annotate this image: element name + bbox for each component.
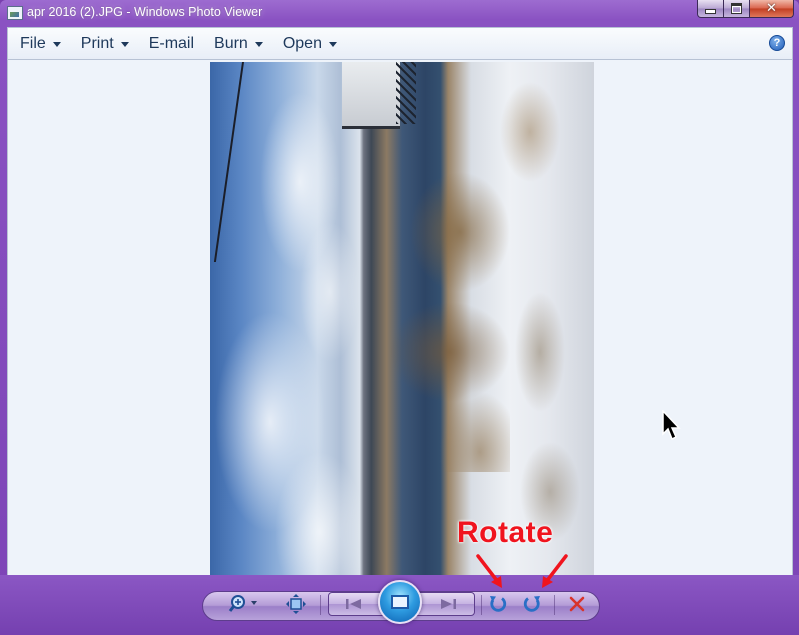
menu-burn[interactable]: Burn [202, 28, 271, 59]
delete-icon [569, 596, 585, 612]
toolbar-separator [481, 595, 482, 615]
arrow-right-icon [544, 554, 568, 584]
arrow-left-icon [476, 554, 500, 584]
previous-button[interactable] [334, 590, 374, 618]
caption-buttons: ✕ [697, 0, 794, 20]
minimize-icon [705, 9, 716, 14]
chevron-down-icon [120, 42, 129, 47]
previous-icon [346, 599, 361, 609]
menu-open-label: Open [282, 34, 322, 52]
menu-print[interactable]: Print [69, 28, 137, 59]
next-button[interactable] [428, 590, 468, 618]
menu-bar: File Print E-mail Burn Open ? [7, 27, 793, 60]
window-title: apr 2016 (2).JPG - Windows Photo Viewer [27, 5, 263, 19]
toolbar-separator [554, 595, 555, 615]
photo-viewer-window: apr 2016 (2).JPG - Windows Photo Viewer … [0, 0, 799, 635]
rotate-clockwise-icon [523, 596, 540, 612]
menu-email[interactable]: E-mail [137, 28, 202, 59]
chevron-down-icon [52, 42, 61, 47]
close-icon: ✕ [766, 1, 777, 16]
menu-burn-label: Burn [214, 34, 248, 52]
close-button[interactable]: ✕ [750, 0, 794, 18]
displayed-photo [210, 62, 594, 575]
rotate-counterclockwise-icon [490, 596, 507, 612]
slideshow-button[interactable] [378, 580, 422, 624]
slideshow-icon [391, 595, 409, 609]
zoom-button[interactable] [226, 589, 260, 619]
chevron-down-icon [328, 42, 337, 47]
menu-file[interactable]: File [8, 28, 69, 59]
menu-open[interactable]: Open [271, 28, 345, 59]
annotation-arrows [476, 554, 568, 588]
menu-email-label: E-mail [148, 34, 195, 52]
maximize-icon [731, 3, 742, 14]
actual-size-icon [286, 594, 306, 614]
minimize-button[interactable] [697, 0, 724, 18]
image-viewer-area[interactable] [7, 60, 793, 575]
photo-grass [490, 72, 580, 552]
rotate-counterclockwise-button[interactable] [485, 589, 511, 619]
next-icon [441, 599, 456, 609]
help-icon: ? [773, 37, 781, 49]
photo-tower [396, 62, 416, 124]
toolbar-separator [320, 595, 321, 615]
mouse-cursor-icon [662, 410, 681, 441]
rotate-annotation-label: Rotate [457, 516, 554, 549]
rotate-clockwise-button[interactable] [519, 589, 545, 619]
chevron-down-icon [254, 42, 263, 47]
actual-size-button[interactable] [283, 589, 309, 619]
photo-viewer-app-icon [7, 6, 23, 20]
menu-print-label: Print [80, 34, 114, 52]
title-bar[interactable]: apr 2016 (2).JPG - Windows Photo Viewer … [0, 0, 799, 26]
help-button[interactable]: ? [769, 35, 785, 51]
menu-file-label: File [20, 34, 46, 52]
maximize-button[interactable] [724, 0, 750, 18]
delete-button[interactable] [564, 589, 590, 619]
zoom-icon [228, 595, 257, 612]
photo-building [342, 62, 400, 129]
